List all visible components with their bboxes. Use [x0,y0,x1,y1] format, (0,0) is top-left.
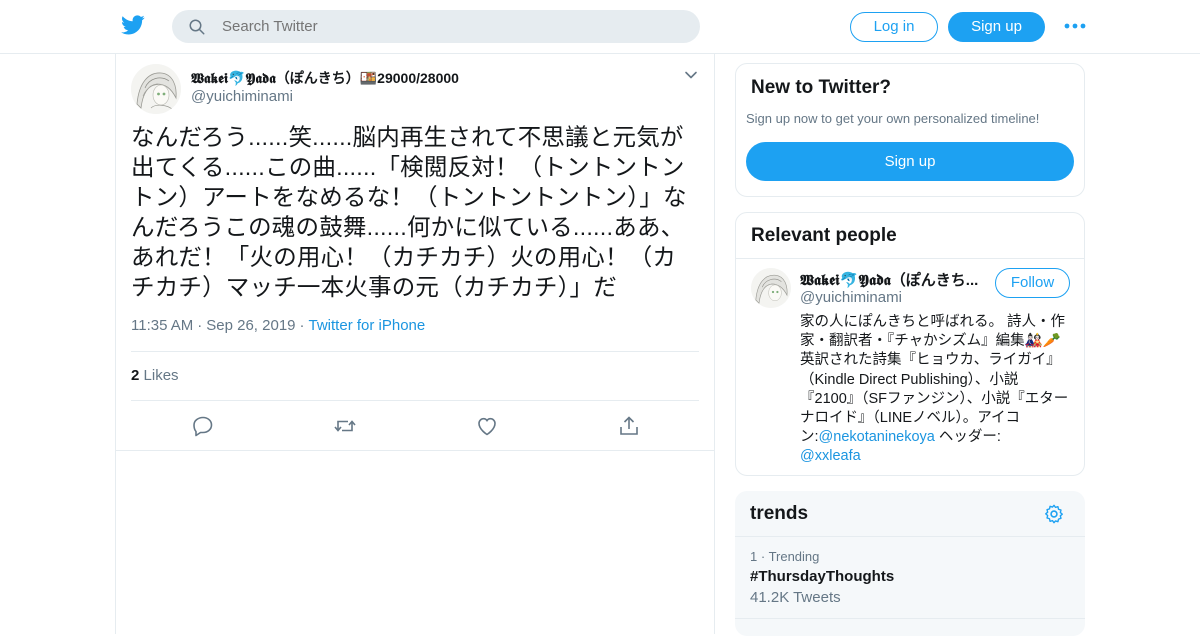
bio-mention-link[interactable]: @nekotaninekoya [819,429,935,445]
trend-hashtag-link[interactable]: #ThursdayThoughts [750,568,894,585]
bio-mention-link[interactable]: @xxleafa [800,448,861,464]
like-heart-icon[interactable] [475,414,499,438]
tweet-time[interactable]: 11:35 AM [131,317,193,334]
top-bar: Log in Sign up [0,0,1200,54]
trend-meta: 1 · Trending [750,549,820,564]
new-to-twitter-card: New to Twitter? Sign up now to get your … [735,63,1085,197]
tweet-actions [116,414,714,440]
person-handle[interactable]: @yuichiminami [800,289,902,306]
retweet-icon[interactable] [333,414,357,438]
tweet-column: 𝖂𝖆𝖐𝖊𝖎🐬𝖄𝖆𝖉𝖆（ぽんきち）🍱29000/28000 @yuichimina… [115,54,715,634]
sidebar-signup-button[interactable]: Sign up [746,142,1074,181]
bio-text: 家の人にぽんきちと呼ばれる。 詩人・作家・翻訳者・『チャかシズム』編集🎎🥕英訳さ… [800,314,1069,446]
bio-text: ヘッダー: [934,429,1001,446]
card-header: Relevant people [736,213,1084,259]
author-avatar[interactable] [131,64,181,114]
signup-button[interactable]: Sign up [948,12,1045,42]
tweet-stats: 2 Likes [131,351,699,401]
avatar-illustration-icon [131,64,181,114]
person-name[interactable]: 𝖂𝖆𝖐𝖊𝖎🐬𝖄𝖆𝖉𝖆（ぽんきち... [800,269,985,290]
card-subtitle: Sign up now to get your own personalized… [746,111,1040,126]
tweet-date[interactable]: Sep 26, 2019 [206,317,295,334]
trend-rank: 1 [750,549,758,564]
search-icon [189,19,205,35]
share-icon[interactable] [617,414,641,438]
reply-icon[interactable] [191,414,215,438]
likes-number: 2 [131,367,140,384]
gear-icon[interactable] [1043,503,1065,525]
trend-label: Trending [768,549,820,564]
author-handle[interactable]: @yuichiminami [191,88,293,105]
twitter-bird-icon[interactable] [120,13,146,37]
search-bar[interactable] [172,10,700,43]
tweet: 𝖂𝖆𝖐𝖊𝖎🐬𝖄𝖆𝖉𝖆（ぽんきち）🍱29000/28000 @yuichimina… [116,54,714,451]
card-title: Relevant people [751,225,897,246]
tweet-source-link[interactable]: Twitter for iPhone [309,317,426,334]
divider [735,618,1085,619]
meta-separator: · [299,317,305,334]
tweet-metadata: 11:35 AM · Sep 26, 2019 · Twitter for iPhone [131,317,425,334]
search-input[interactable] [222,10,682,43]
likes-label: Likes [143,367,179,384]
avatar-illustration-icon [751,268,791,308]
person-bio: 家の人にぽんきちと呼ばれる。 詩人・作家・翻訳者・『チャかシズム』編集🎎🥕英訳さ… [800,313,1072,467]
tweet-text: なんだろう......笑......脳内再生されて不思議と元気が出てくる....… [131,124,687,300]
trends-card: trends 1 · Trending #ThursdayThoughts 41… [735,491,1085,636]
trend-tweet-count: 41.2K Tweets [750,589,841,606]
card-title: New to Twitter? [751,77,892,98]
more-options-icon[interactable] [1064,22,1086,30]
meta-separator: · [197,317,203,334]
card-header: trends [735,491,1085,537]
login-button[interactable]: Log in [850,12,938,42]
chevron-down-icon[interactable] [684,68,698,82]
author-name[interactable]: 𝖂𝖆𝖐𝖊𝖎🐬𝖄𝖆𝖉𝖆（ぽんきち）🍱29000/28000 [191,68,459,88]
relevant-people-card: Relevant people 𝖂𝖆𝖐𝖊𝖎🐬𝖄𝖆𝖉𝖆（ぽんきち... @yuic… [735,212,1085,476]
likes-count[interactable]: 2 Likes [131,367,179,384]
card-title: trends [750,503,809,524]
person-avatar[interactable] [751,268,791,308]
follow-button[interactable]: Follow [995,268,1070,298]
